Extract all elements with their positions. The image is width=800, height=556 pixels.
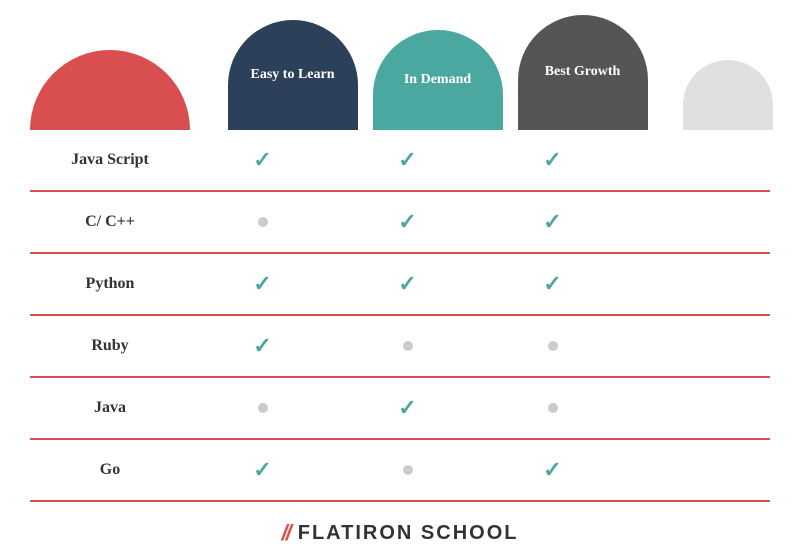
- check-icon: [543, 271, 561, 297]
- extra-bubble: [683, 60, 773, 130]
- check-icon: [543, 147, 561, 173]
- lang-cell: Ruby: [30, 337, 190, 355]
- cell-demand: [335, 333, 480, 359]
- lang-bubble-col: [0, 0, 220, 130]
- cells-row: [190, 209, 770, 235]
- col-header-extra: [655, 0, 800, 130]
- table-row: Python: [30, 254, 770, 316]
- cell-extra: [625, 333, 770, 359]
- check-icon: [253, 147, 271, 173]
- dot-icon: [258, 217, 268, 227]
- cell-extra: [625, 395, 770, 421]
- easy-to-learn-label: Easy to Learn: [251, 66, 335, 84]
- cell-demand: [335, 395, 480, 421]
- cell-demand: [335, 457, 480, 483]
- cell-extra: [625, 147, 770, 173]
- check-icon: [253, 271, 271, 297]
- col-header-growth: Best Growth: [510, 0, 655, 130]
- cell-easy: [190, 209, 335, 235]
- cells-row: [190, 271, 770, 297]
- footer-slashes: //: [282, 520, 290, 546]
- cell-growth: [480, 271, 625, 297]
- cells-row: [190, 457, 770, 483]
- cell-growth: [480, 333, 625, 359]
- check-icon: [398, 147, 416, 173]
- lang-cell: Java: [30, 399, 190, 417]
- table-row: Ruby: [30, 316, 770, 378]
- lang-cell: Go: [30, 461, 190, 479]
- check-icon: [398, 271, 416, 297]
- table-row: Java Script: [30, 130, 770, 192]
- cell-extra: [625, 457, 770, 483]
- in-demand-label: In Demand: [404, 71, 471, 89]
- check-icon: [398, 209, 416, 235]
- cell-easy: [190, 147, 335, 173]
- dot-icon: [403, 341, 413, 351]
- table-row: Java: [30, 378, 770, 440]
- cell-growth: [480, 147, 625, 173]
- lang-cell: Python: [30, 275, 190, 293]
- cell-easy: [190, 457, 335, 483]
- check-icon: [543, 457, 561, 483]
- dot-icon: [548, 341, 558, 351]
- table-area: Java Script C/ C++ Python Ruby Java Go: [0, 130, 800, 502]
- cell-extra: [625, 209, 770, 235]
- dot-icon: [548, 403, 558, 413]
- cell-easy: [190, 395, 335, 421]
- check-icon: [253, 457, 271, 483]
- footer-school-name: FLATIRON SCHOOL: [298, 522, 519, 545]
- easy-to-learn-bubble: Easy to Learn: [228, 20, 358, 130]
- col-header-demand: In Demand: [365, 0, 510, 130]
- main-container: Easy to Learn In Demand Best Growth: [0, 0, 800, 556]
- check-icon: [543, 209, 561, 235]
- lang-cell: C/ C++: [30, 213, 190, 231]
- cell-easy: [190, 333, 335, 359]
- cell-demand: [335, 147, 480, 173]
- col-header-easy: Easy to Learn: [220, 0, 365, 130]
- cell-easy: [190, 271, 335, 297]
- cell-growth: [480, 209, 625, 235]
- check-icon: [253, 333, 271, 359]
- cell-demand: [335, 271, 480, 297]
- cells-row: [190, 395, 770, 421]
- check-icon: [398, 395, 416, 421]
- dot-icon: [403, 465, 413, 475]
- cells-row: [190, 333, 770, 359]
- table-row: C/ C++: [30, 192, 770, 254]
- best-growth-bubble: Best Growth: [518, 15, 648, 130]
- cell-demand: [335, 209, 480, 235]
- in-demand-bubble: In Demand: [373, 30, 503, 130]
- lang-bubble: [30, 50, 190, 130]
- table-row: Go: [30, 440, 770, 502]
- best-growth-label: Best Growth: [545, 63, 621, 81]
- bubbles-row: Easy to Learn In Demand Best Growth: [0, 0, 800, 130]
- cell-extra: [625, 271, 770, 297]
- cells-row: [190, 147, 770, 173]
- cell-growth: [480, 457, 625, 483]
- footer: // FLATIRON SCHOOL: [0, 502, 800, 556]
- header-area: Easy to Learn In Demand Best Growth: [0, 0, 800, 130]
- dot-icon: [258, 403, 268, 413]
- lang-cell: Java Script: [30, 151, 190, 169]
- cell-growth: [480, 395, 625, 421]
